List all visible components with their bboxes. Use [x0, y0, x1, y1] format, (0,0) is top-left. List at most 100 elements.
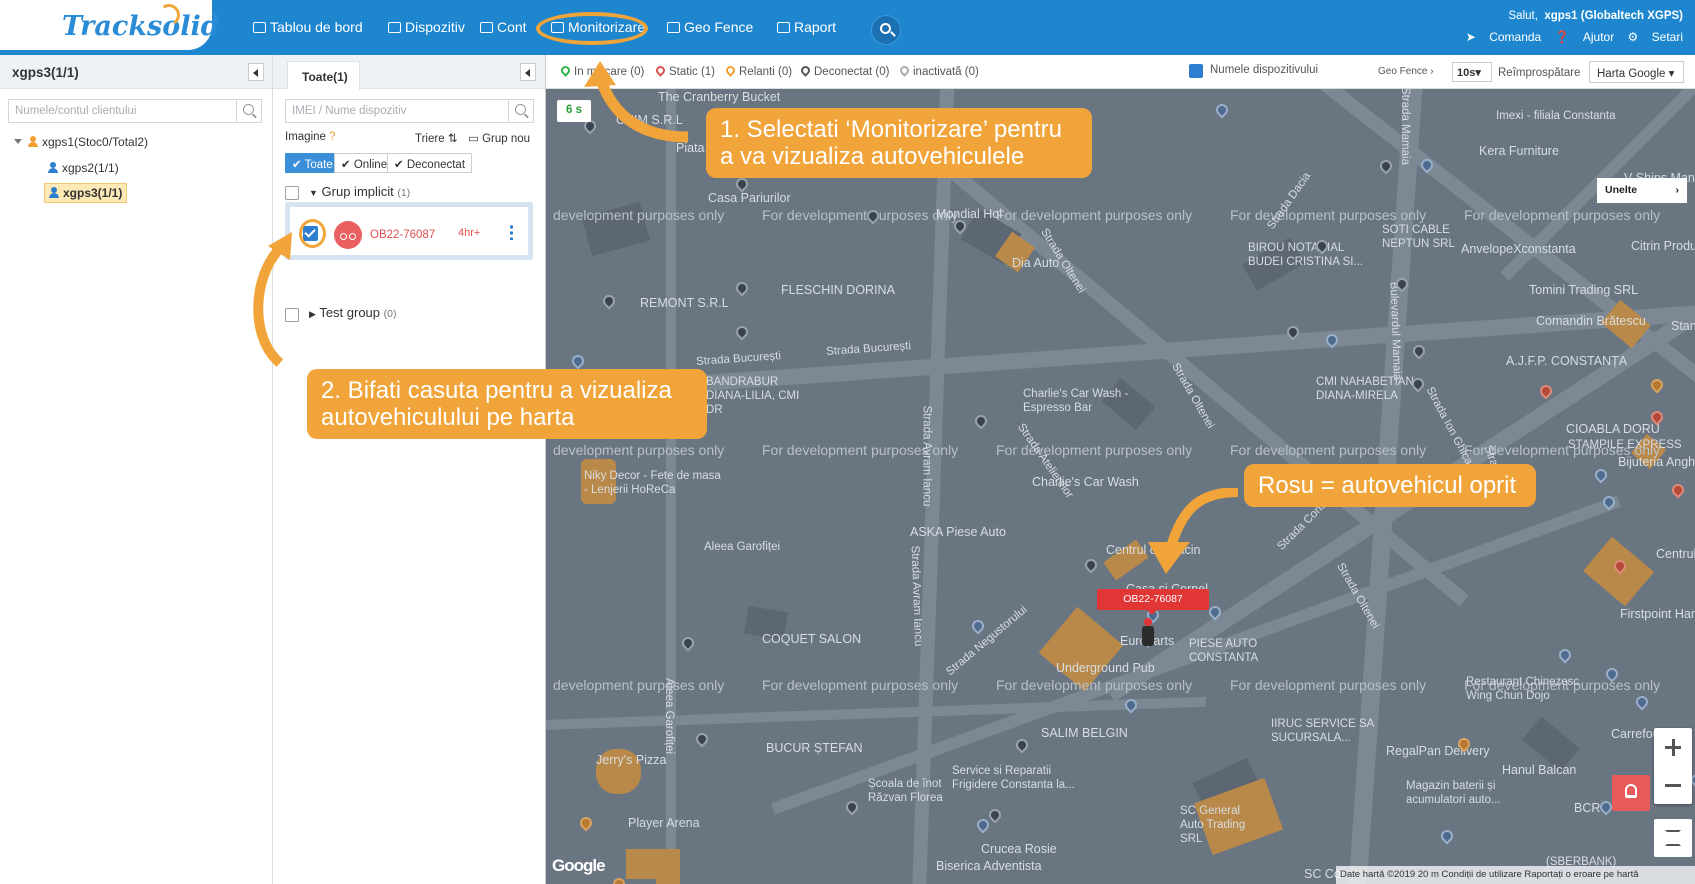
map-type-select[interactable]: Harta Google ▾ — [1589, 61, 1684, 83]
map-poi-pin — [569, 352, 587, 370]
tab-all-devices[interactable]: Toate(1) — [287, 61, 360, 90]
group-test[interactable]: ▶ Test group (0) — [309, 305, 396, 320]
map-poi-pin — [679, 634, 697, 652]
sort-icon: ⇅ — [447, 133, 458, 145]
filter-online-button[interactable]: ✔ Online — [334, 153, 395, 173]
alarm-bell-icon[interactable] — [1612, 775, 1650, 811]
nav-geofence[interactable]: Geo Fence — [667, 19, 753, 35]
google-logo: Google — [552, 856, 606, 875]
map-poi-pin — [1013, 736, 1031, 754]
search-icon[interactable] — [508, 100, 533, 122]
map-poi-pin — [972, 412, 990, 430]
refresh-interval-select[interactable]: 10s▾ — [1452, 62, 1492, 82]
arrow-to-device — [1148, 488, 1239, 574]
map-place-label: Mondial Hol — [936, 207, 1003, 221]
nav-report[interactable]: Raport — [777, 19, 836, 35]
users-icon — [480, 22, 493, 33]
map-place-label: Underground Pub — [1056, 661, 1155, 675]
collapse-device-panel-button[interactable] — [520, 63, 536, 81]
map-place-label: Stan — [1671, 319, 1695, 333]
dashboard-icon — [253, 22, 266, 33]
tree-node-xgps2[interactable]: xgps2(1/1) — [48, 161, 119, 175]
map-watermark: For development purposes only — [996, 677, 1193, 693]
map-place-label: BANDRABUR DIANA-LILIA, CMI DR — [706, 376, 800, 416]
map-watermark: For development purposes only — [996, 207, 1193, 223]
customer-search-input[interactable]: Numele/contul clientului — [8, 99, 262, 123]
legend-offline[interactable]: Deconectat (0) — [799, 64, 889, 78]
map-poi-pin — [733, 175, 751, 193]
nav-account[interactable]: Cont — [480, 19, 527, 35]
map-place-label: Centrul M — [1656, 547, 1695, 561]
filter-offline-button[interactable]: ✔ Deconectat — [387, 153, 473, 173]
map-place-label: Comandin Brătescu — [1536, 314, 1646, 328]
fullscreen-icon[interactable] — [1654, 819, 1692, 857]
map-poi-pin — [1410, 342, 1428, 360]
new-group-button[interactable]: ▭ Grup nou — [468, 131, 530, 145]
zoom-control — [1654, 728, 1692, 804]
help-icon: ? — [329, 131, 336, 143]
map-poi-pin — [1438, 827, 1456, 845]
zoom-out-icon[interactable] — [1665, 784, 1681, 787]
filter-all-button[interactable]: ✔ Toate — [285, 153, 340, 173]
user-name[interactable]: xgps1 (Globaltech XGPS) — [1544, 10, 1683, 22]
settings-link[interactable]: ⚙ Setari — [1628, 30, 1683, 44]
legend-idle[interactable]: Relanti (0) — [724, 64, 792, 78]
map-poi-pin — [1633, 693, 1651, 711]
device-marker-icon[interactable] — [1142, 618, 1154, 646]
search-icon[interactable] — [236, 100, 261, 122]
map-street-label: Strada Ion Ghica — [1423, 385, 1475, 467]
tree-node-xgps1[interactable]: xgps1(Stoc0/Total2) — [14, 135, 148, 149]
logo[interactable]: Tracksolid — [0, 0, 220, 50]
map-poi-pin — [1592, 466, 1610, 484]
expand-arrow-icon[interactable] — [14, 139, 22, 148]
nav-dashboard[interactable]: Tablou de bord — [253, 19, 363, 35]
map-poi-pin — [733, 279, 751, 297]
map-poi-pin — [843, 798, 861, 816]
device-search-input[interactable]: IMEI / Nume dispozitiv — [285, 99, 534, 123]
geofence-icon — [667, 22, 680, 33]
collapse-left-panel-button[interactable] — [248, 63, 264, 81]
map-street-label: Aleea Garofiței — [663, 677, 676, 755]
legend-inactive[interactable]: inactivată (0) — [898, 64, 979, 78]
map-place-label: BIROU NOTARIAL BUDEI CRISTINA SI... — [1248, 242, 1364, 268]
checkbox-highlight-ring — [299, 219, 326, 248]
map-street-label: Strada Avram Iancu — [920, 405, 933, 507]
device-row[interactable]: OB22-76087 4hr+ — [285, 202, 533, 260]
device-map-label[interactable]: OB22-76087 — [1097, 589, 1209, 615]
help-link[interactable]: ❓ Ajutor — [1555, 30, 1615, 44]
map-place-label: COQUET SALON — [762, 632, 862, 646]
map-tools-button[interactable]: Unelte › — [1597, 178, 1687, 203]
map-poi-pin — [1669, 481, 1687, 499]
top-navbar: Tracksolid Tablou de bord Dispozitiv Con… — [0, 0, 1695, 55]
map-place-label: Tomini Trading SRL — [1529, 283, 1639, 297]
pin-icon — [898, 64, 911, 77]
device-time: 4hr+ — [458, 227, 481, 239]
group-default-checkbox[interactable] — [285, 186, 299, 200]
map-place-label: Aleea Garofiței — [704, 541, 781, 553]
map-street-label: Strada Mamaia — [1398, 89, 1411, 165]
map-place-label: SC General Auto Trading SRL — [1180, 805, 1246, 845]
map-poi-pin — [733, 323, 751, 341]
folder-icon: ▭ — [468, 133, 479, 145]
user-icon — [28, 136, 38, 147]
map-place-label: IIRUC SERVICE SA SUCURSALA... — [1271, 718, 1374, 744]
more-options-icon[interactable] — [510, 224, 513, 240]
show-names-checkbox[interactable] — [1189, 64, 1203, 78]
map-street-label: Strada Negustorului — [944, 603, 1030, 679]
command-link[interactable]: ➤ Comanda — [1466, 30, 1541, 44]
arrow-to-checkbox — [253, 232, 292, 367]
tree-node-xgps3[interactable]: xgps3(1/1) — [44, 183, 128, 203]
map-poi-pin — [974, 816, 992, 834]
group-default[interactable]: ▼ Grup implicit (1) — [309, 184, 410, 199]
sort-button[interactable]: Triere ⇅ — [415, 131, 457, 145]
device-list-panel: Toate(1) IMEI / Nume dispozitiv Imagine … — [273, 55, 546, 884]
global-search-button[interactable] — [871, 15, 901, 45]
map-place-label: ASKA Piese Auto — [910, 525, 1006, 539]
geofence-toggle[interactable]: Geo Fence › — [1378, 66, 1434, 77]
map-place-label: Imexi - filiala Constanta — [1496, 110, 1616, 122]
map-street-label: Strada Avram Iancu — [908, 545, 925, 647]
nav-device[interactable]: Dispozitiv — [388, 19, 465, 35]
map-place-label: Magazin baterii și acumulatori auto... — [1406, 780, 1501, 806]
image-toggle[interactable]: Imagine ? — [285, 131, 336, 143]
table-icon — [777, 22, 790, 33]
